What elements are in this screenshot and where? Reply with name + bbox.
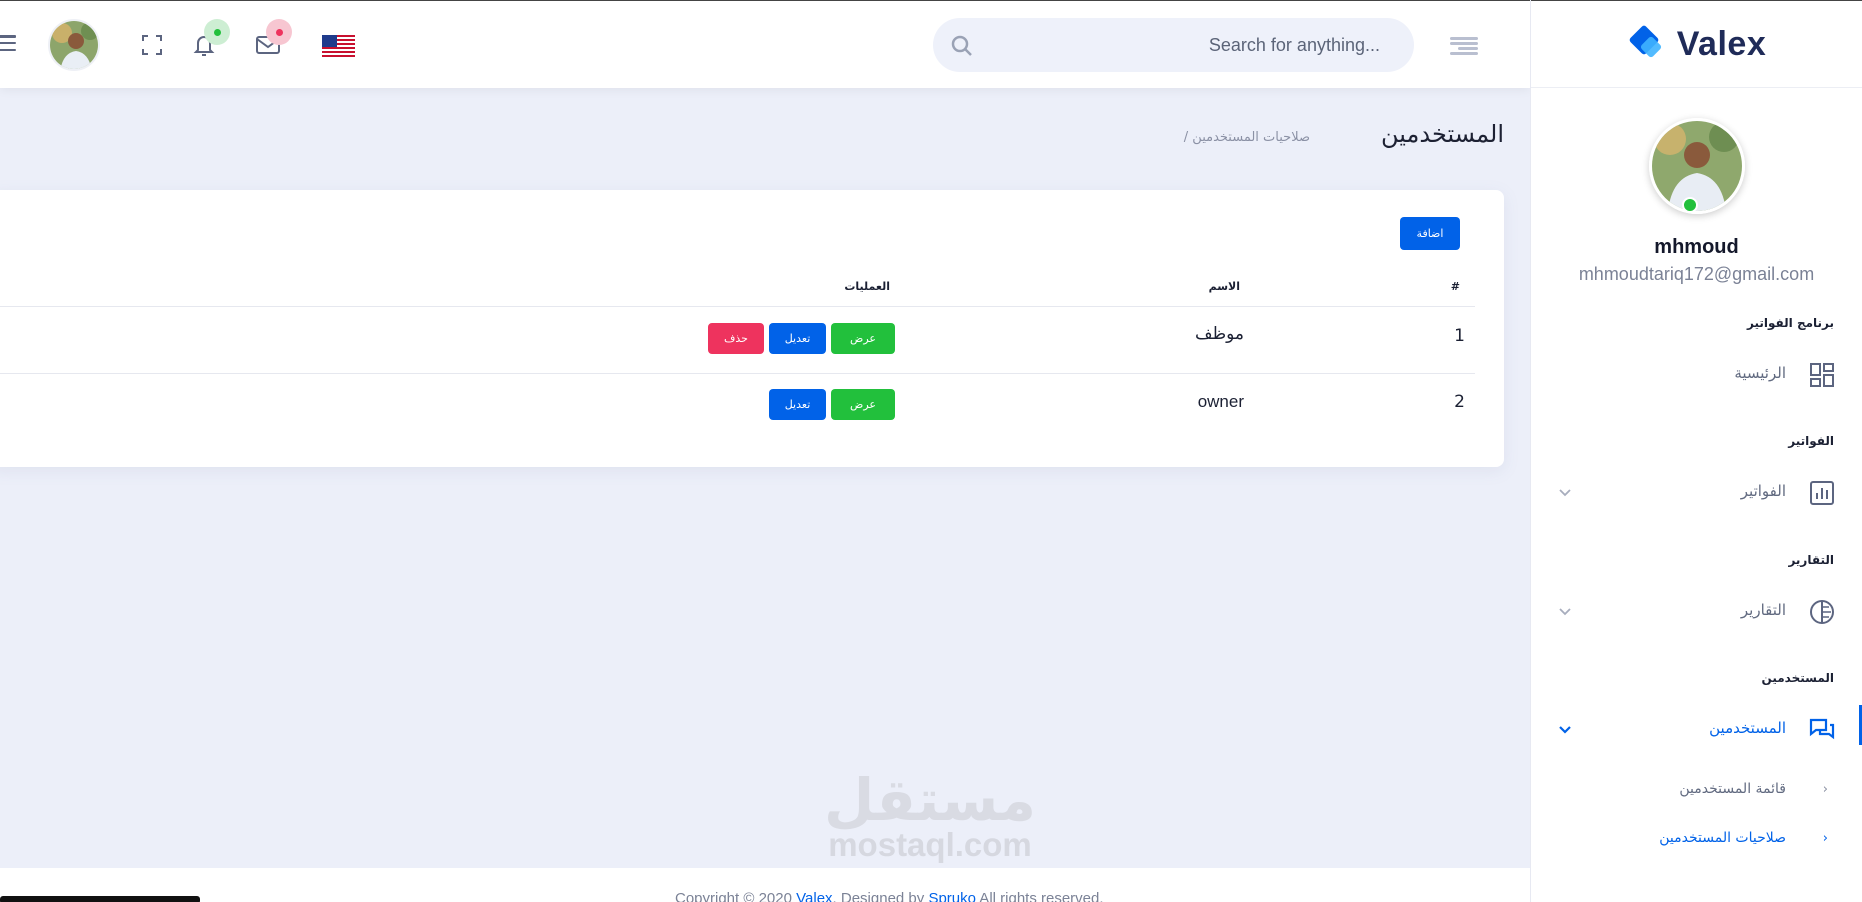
breadcrumb[interactable]: / صلاحيات المستخدمين <box>1184 130 1310 145</box>
fullscreen-icon[interactable] <box>134 27 170 63</box>
user-email: mhmoudtariq172@gmail.com <box>1578 264 1815 284</box>
search-bar <box>933 18 1414 72</box>
sidebar-item-reports[interactable]: التقارير <box>1530 591 1862 631</box>
user-profile: mhmoud mhmoudtariq172@gmail.com <box>1531 88 1862 285</box>
brand-logo[interactable]: Valex <box>1531 0 1862 88</box>
search-icon[interactable] <box>951 35 973 61</box>
sidebar-item-users[interactable]: المستخدمين <box>1530 705 1862 749</box>
brand-name: Valex <box>1676 24 1767 63</box>
user-name: mhmoud <box>1654 236 1739 258</box>
search-input[interactable] <box>1000 18 1380 72</box>
column-header-name: الاسم <box>1208 280 1240 293</box>
mostaql-watermark: مستقل mostaql.com <box>815 766 1045 863</box>
delete-button[interactable]: حذف <box>708 323 764 354</box>
sidebar: Valex mhmoud mhmoudtariq172@gmail.com بر… <box>1530 0 1862 902</box>
sidebar-subitem-label: صلاحيات المستخدمين <box>1659 830 1786 846</box>
row-index: 1 <box>1454 326 1465 346</box>
add-button[interactable]: اضافة <box>1400 217 1460 250</box>
chevron-down-icon <box>1558 484 1572 498</box>
row-index: 2 <box>1454 392 1465 412</box>
overlay-bar <box>0 896 200 902</box>
sidebar-subitem-label: قائمة المستخدمين <box>1679 781 1786 797</box>
view-button[interactable]: عرض <box>831 323 895 354</box>
sidebar-subitem-users-list[interactable]: › قائمة المستخدمين <box>1530 778 1862 804</box>
profile-avatar[interactable] <box>1648 118 1745 214</box>
row-name: owner <box>1197 392 1244 411</box>
align-menu-icon[interactable] <box>1450 37 1478 55</box>
edit-button[interactable]: تعديل <box>769 323 826 354</box>
valex-logo-icon <box>1629 25 1661 58</box>
bar-chart-icon <box>1808 479 1836 507</box>
view-button[interactable]: عرض <box>831 389 895 420</box>
copyright-text: Copyright © 2020 Valex. Designed by Spru… <box>675 890 1104 902</box>
chevron-right-icon: › <box>1822 831 1828 846</box>
header-avatar[interactable] <box>48 19 100 71</box>
sidebar-item-invoices[interactable]: الفواتير <box>1530 472 1862 512</box>
category-billing-app: برنامج الفواتير <box>1747 316 1834 330</box>
page-title: المستخدمين <box>1381 120 1504 148</box>
column-header-index: # <box>1450 280 1460 293</box>
sidebar-subitem-users-permissions[interactable]: › صلاحيات المستخدمين <box>1530 827 1862 853</box>
footer-designer-link[interactable]: Spruko <box>928 890 976 902</box>
chevron-right-icon: › <box>1822 782 1828 797</box>
message-badge <box>266 19 292 45</box>
category-invoices: الفواتير <box>1788 434 1834 448</box>
top-header <box>0 0 1530 88</box>
dashboard-icon <box>1808 361 1836 389</box>
category-reports: التقارير <box>1788 553 1834 567</box>
notification-badge <box>204 19 230 45</box>
online-status-dot <box>1681 197 1698 213</box>
footer-brand-link[interactable]: Valex <box>796 890 832 902</box>
menu-toggle-icon[interactable] <box>0 35 16 51</box>
category-users: المستخدمين <box>1761 671 1834 685</box>
copyright-middle: . Designed by <box>832 890 929 902</box>
row-name: موظف <box>1194 324 1244 344</box>
sidebar-item-label: المستخدمين <box>1709 719 1786 737</box>
chevron-down-icon <box>1558 721 1572 735</box>
column-header-actions: العمليات <box>844 280 890 293</box>
pie-chart-icon <box>1808 598 1836 626</box>
sidebar-item-home[interactable]: الرئيسية <box>1530 354 1862 394</box>
edit-button[interactable]: تعديل <box>769 389 826 420</box>
copyright-suffix: All rights reserved. <box>975 890 1104 902</box>
watermark-latin: mostaql.com <box>828 826 1032 863</box>
chat-users-icon <box>1808 716 1836 744</box>
sidebar-item-label: الفواتير <box>1740 482 1786 500</box>
header-divider <box>0 306 1475 307</box>
sidebar-item-label: التقارير <box>1740 601 1786 619</box>
footer: Copyright © 2020 Valex. Designed by Spru… <box>0 868 1530 902</box>
copyright-prefix: Copyright © 2020 <box>675 890 797 902</box>
row-divider <box>0 373 1475 374</box>
watermark-arabic: مستقل <box>823 766 1037 834</box>
permissions-card: اضافة # الاسم العمليات 1 موظف عرض تعديل … <box>0 190 1504 467</box>
sidebar-item-label: الرئيسية <box>1734 364 1786 382</box>
us-flag-icon[interactable] <box>322 35 355 57</box>
chevron-down-icon <box>1558 603 1572 617</box>
